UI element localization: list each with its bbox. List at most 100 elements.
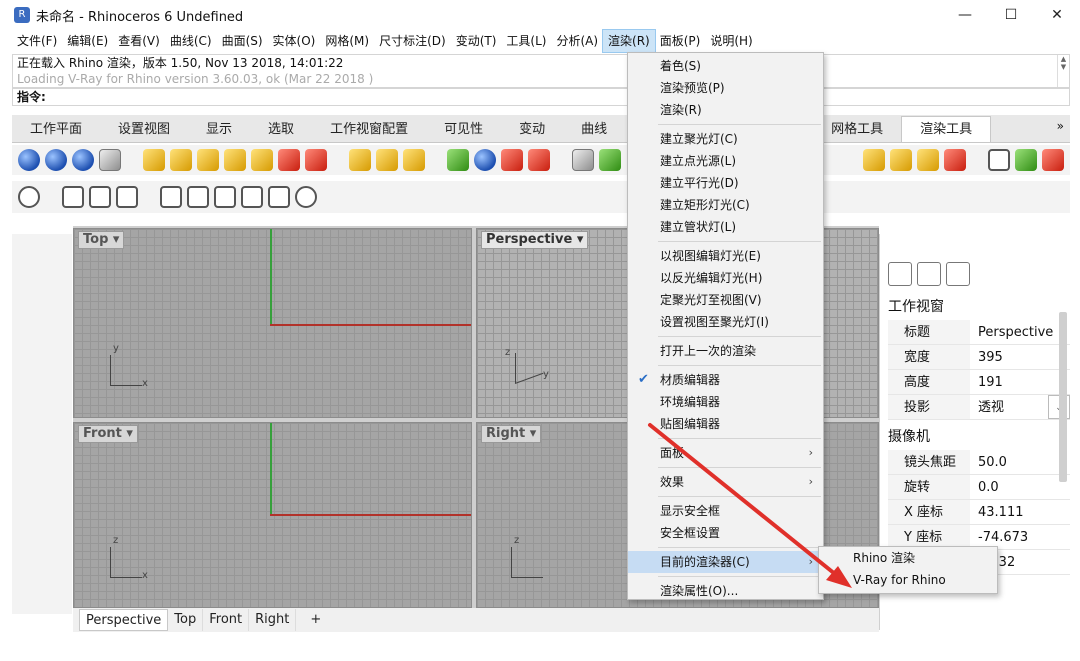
menu-tools[interactable]: 工具(L) [501, 30, 551, 52]
circle-icon[interactable] [47, 300, 69, 322]
polygon-icon[interactable] [16, 362, 38, 384]
render-menu-item[interactable]: 建立管状灯(L) [628, 216, 823, 238]
vray-proxy-icon[interactable] [187, 186, 209, 208]
tab-transform[interactable]: 变动 [501, 118, 563, 142]
light-target-icon[interactable] [278, 149, 300, 171]
menu-curve[interactable]: 曲线(C) [165, 30, 217, 52]
render-panel-icon[interactable] [934, 239, 952, 257]
prop-value[interactable]: 0.0 [970, 475, 1070, 499]
spotlight-icon[interactable] [143, 149, 165, 171]
extrude-icon[interactable] [16, 486, 38, 508]
target-icon[interactable] [16, 610, 38, 632]
close-button[interactable]: ✕ [1034, 0, 1080, 30]
vray-clipper-icon[interactable] [268, 186, 290, 208]
fillet-icon[interactable] [47, 424, 69, 446]
sun-icon[interactable] [863, 149, 885, 171]
camera-icon[interactable] [888, 262, 912, 286]
freeform-icon[interactable] [16, 393, 38, 415]
loft-icon[interactable] [47, 486, 69, 508]
menu-surface[interactable]: 曲面(S) [217, 30, 268, 52]
render-menu-item[interactable]: 建立聚光灯(C) [628, 128, 823, 150]
curve-icon[interactable] [47, 362, 69, 384]
render-menu-item[interactable]: 打开上一次的渲染 [628, 340, 823, 362]
render-menu-item[interactable]: 定聚光灯至视图(V) [628, 289, 823, 311]
viewport-tab-front[interactable]: Front [203, 609, 250, 631]
render-menu-item[interactable]: ✔ 材质编辑器 [628, 369, 823, 391]
menu-edit[interactable]: 编辑(E) [62, 30, 113, 52]
render-menu-item[interactable]: 面板 › [628, 442, 823, 464]
image-panel-icon[interactable] [1003, 239, 1021, 257]
object-props-icon[interactable] [946, 262, 970, 286]
folder-icon[interactable] [917, 149, 939, 171]
menu-panels[interactable]: 面板(P) [655, 30, 706, 52]
render-menu-item[interactable]: 环境编辑器 [628, 391, 823, 413]
viewport-label-right[interactable]: Right ▾ [481, 425, 542, 443]
menu-render[interactable]: 渲染(R) [602, 29, 656, 53]
render-menu-item[interactable]: 渲染预览(P) [628, 77, 823, 99]
menu-transform[interactable]: 变动(T) [451, 30, 502, 52]
offset-icon[interactable] [16, 455, 38, 477]
effects-icon[interactable] [944, 149, 966, 171]
rectangular-light-icon[interactable] [224, 149, 246, 171]
tab-render-tools[interactable]: 渲染工具 [901, 116, 992, 142]
vray-options-icon[interactable] [116, 186, 138, 208]
brush-panel-icon[interactable] [957, 239, 975, 257]
prop-value[interactable]: 395 [970, 345, 1070, 369]
point-light-icon[interactable] [170, 149, 192, 171]
render-save-icon[interactable] [99, 149, 121, 171]
highlight-light-icon[interactable] [349, 149, 371, 171]
material-icon[interactable] [474, 149, 496, 171]
render-menu-item[interactable]: 建立点光源(L) [628, 150, 823, 172]
texture-icon[interactable] [501, 149, 523, 171]
folder-open-icon[interactable] [890, 149, 912, 171]
menu-mesh[interactable]: 网格(M) [320, 30, 374, 52]
viewport-tab-right[interactable]: Right [249, 609, 297, 631]
render-menu-item[interactable]: 以反光编辑灯光(H) [628, 267, 823, 289]
vray-icon[interactable] [18, 186, 40, 208]
viewport-props-icon[interactable] [917, 262, 941, 286]
render-menu-item[interactable]: 设置视图至聚光灯(I) [628, 311, 823, 333]
osnap-icon[interactable] [47, 579, 69, 601]
rectangle-icon[interactable] [16, 300, 38, 322]
viewport-label-perspective[interactable]: Perspective ▾ [481, 231, 589, 249]
prop-value[interactable]: 50.0 [970, 450, 1070, 474]
scrollbar-thumb[interactable] [1059, 312, 1067, 482]
prop-value[interactable]: 43.111 [970, 500, 1070, 524]
viewport-label-front[interactable]: Front ▾ [78, 425, 138, 443]
folder-panel-icon[interactable] [980, 239, 998, 257]
render-menu-item[interactable]: 渲染(R) [628, 99, 823, 121]
zoom-icon[interactable] [16, 548, 38, 570]
prop-value[interactable]: 191 [970, 370, 1070, 394]
directional-light-icon[interactable] [197, 149, 219, 171]
box-mapping-icon[interactable] [599, 149, 621, 171]
renderer-rhino[interactable]: Rhino 渲染 [819, 547, 997, 569]
render-menu-item[interactable]: 以视图编辑灯光(E) [628, 245, 823, 267]
vray-fur-icon[interactable] [241, 186, 263, 208]
viewport-tab-top[interactable]: Top [168, 609, 204, 631]
prop-value[interactable]: Perspective [970, 320, 1070, 344]
tab-cplanes[interactable]: 工作平面 [12, 118, 100, 142]
menu-dimension[interactable]: 尺寸标注(D) [374, 30, 451, 52]
surface-icon[interactable] [47, 393, 69, 415]
snap-icon[interactable] [16, 579, 38, 601]
ellipse-icon[interactable] [47, 331, 69, 353]
safe-frame-icon[interactable] [988, 149, 1010, 171]
render-menu-item[interactable]: 着色(S) [628, 55, 823, 77]
render-sphere-icon[interactable] [18, 149, 40, 171]
maximize-button[interactable]: ☐ [988, 0, 1034, 30]
tab-select[interactable]: 选取 [250, 118, 312, 142]
command-history-scrollbar[interactable]: ▲ ▼ [1057, 55, 1069, 87]
light-edit-icon[interactable] [305, 149, 327, 171]
tab-display[interactable]: 显示 [188, 118, 250, 142]
vray-frame-buffer-icon[interactable] [89, 186, 111, 208]
arc-icon[interactable] [16, 331, 38, 353]
text-icon[interactable] [16, 424, 38, 446]
shield-panel-icon[interactable] [911, 239, 929, 257]
vray-settings-icon[interactable] [295, 186, 317, 208]
command-prompt[interactable]: 指令: [12, 88, 1070, 106]
tab-viewport-layout[interactable]: 工作视窗配置 [312, 118, 426, 142]
render-menu-item[interactable]: 安全框设置 [628, 522, 823, 544]
polyline-icon[interactable] [47, 269, 69, 291]
menu-solid[interactable]: 实体(O) [268, 30, 321, 52]
viewport-top[interactable]: Top ▾ y x [73, 228, 472, 418]
